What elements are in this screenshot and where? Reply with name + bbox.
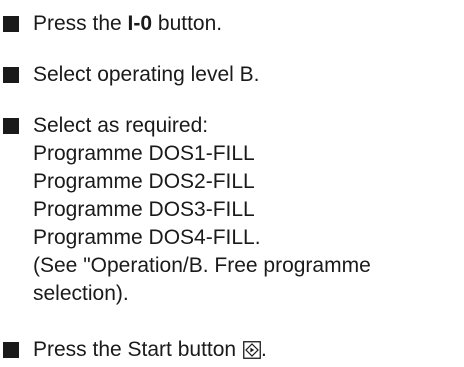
step-2-text: Select operating level B. bbox=[33, 61, 259, 89]
step-3-line-1: Select as required: bbox=[33, 114, 209, 137]
step-3-text: Select as required: Programme DOS1-FILL … bbox=[33, 112, 371, 308]
step-3-line-7: selection). bbox=[33, 282, 129, 305]
step-4-text: Press the Start button . bbox=[33, 336, 267, 364]
bullet-square-icon bbox=[3, 118, 19, 134]
bullet-square-icon bbox=[3, 67, 19, 83]
step-1-prefix: Press the bbox=[33, 12, 128, 35]
step-2-line: Select operating level B. bbox=[33, 63, 260, 86]
bullet-square-icon bbox=[3, 342, 19, 358]
step-1-suffix: button. bbox=[152, 12, 223, 35]
step-4-prefix: Press the Start button bbox=[33, 338, 242, 361]
step-3-line-2: Programme DOS1-FILL bbox=[33, 142, 255, 165]
step-3-line-3: Programme DOS2-FILL bbox=[33, 170, 255, 193]
step-3-line-6: (See "Operation/B. Free programme bbox=[33, 254, 371, 277]
step-1-text: Press the I-0 button. bbox=[33, 10, 222, 38]
instruction-page: { "steps": [ { "prefix": "Press the ", "… bbox=[0, 0, 464, 364]
step-1-button-name: I-0 bbox=[127, 12, 153, 35]
step-3-line-4: Programme DOS3-FILL bbox=[33, 198, 255, 221]
step-4-suffix: . bbox=[260, 338, 267, 361]
start-button-icon bbox=[243, 339, 261, 359]
bullet-square-icon bbox=[3, 16, 19, 32]
step-3-line-5: Programme DOS4-FILL. bbox=[33, 226, 261, 249]
